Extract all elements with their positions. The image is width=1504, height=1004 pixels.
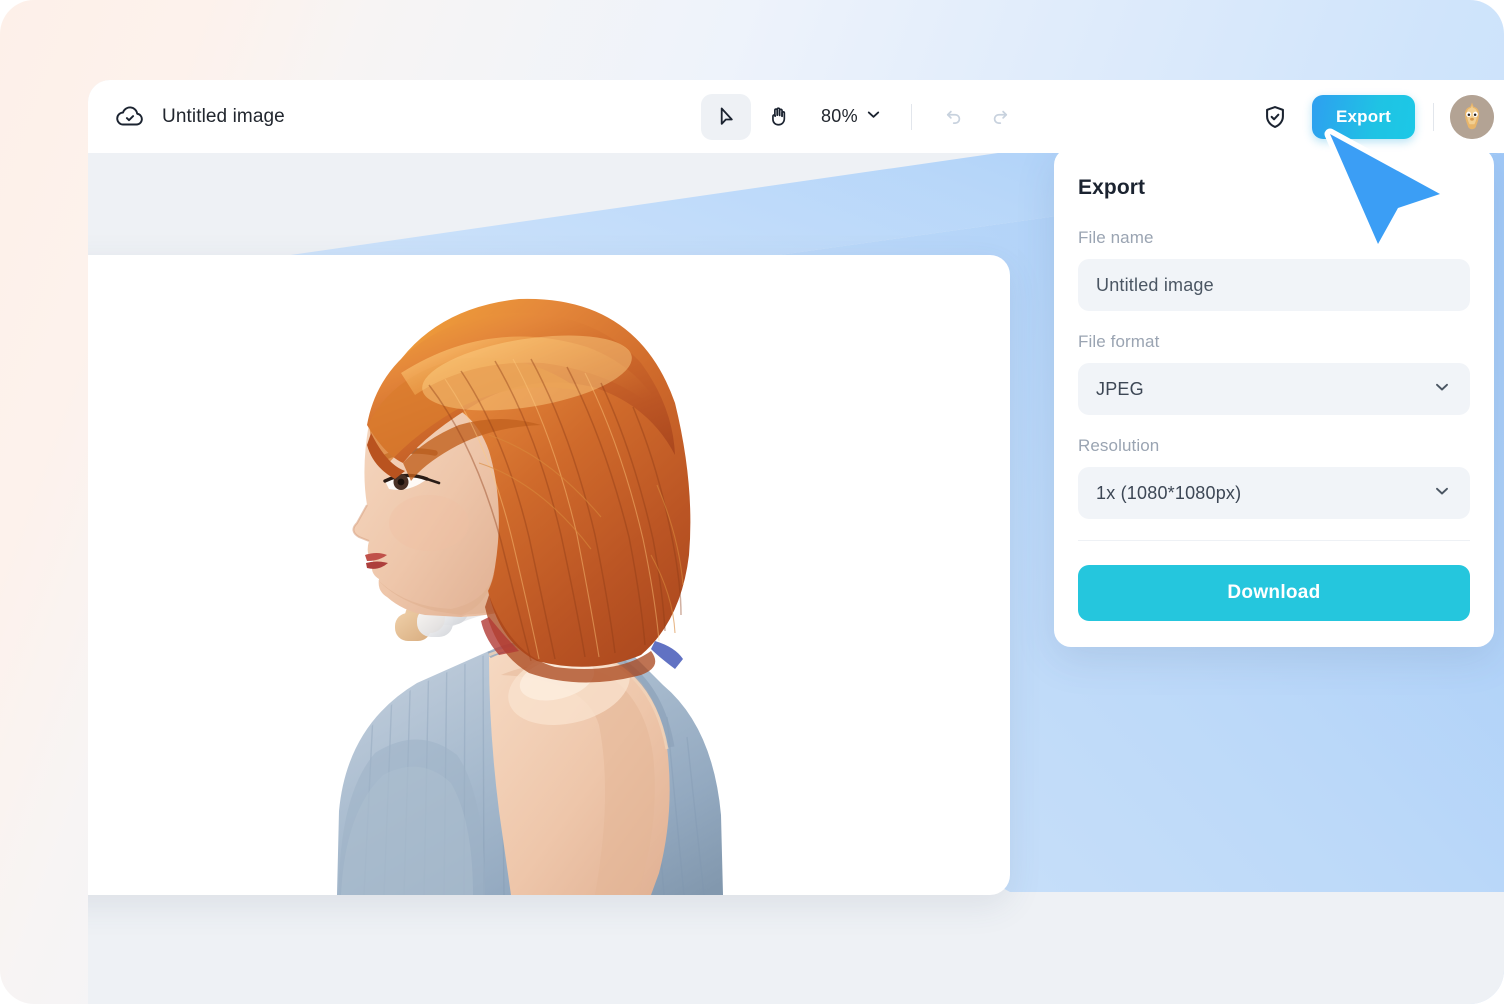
export-panel: Export File name Untitled image File for… xyxy=(1054,148,1494,647)
redo-button[interactable] xyxy=(978,95,1022,139)
shield-check-icon[interactable] xyxy=(1251,93,1299,141)
user-avatar[interactable] xyxy=(1450,94,1494,139)
download-button[interactable]: Download xyxy=(1078,565,1470,621)
avatar-divider xyxy=(1433,102,1434,131)
toolbar-left-group: Untitled image xyxy=(88,102,285,132)
document-title[interactable]: Untitled image xyxy=(162,106,285,128)
page-root: Untitled image 80% Export Export File na… xyxy=(0,0,1504,1004)
cloud-check-icon[interactable] xyxy=(115,102,145,132)
file-name-label: File name xyxy=(1078,228,1154,247)
resolution-select[interactable]: 1x (1080*1080px) xyxy=(1078,467,1470,519)
zoom-level-label: 80% xyxy=(821,106,858,126)
hand-tool-button[interactable] xyxy=(753,94,803,140)
top-toolbar: Untitled image 80% Export xyxy=(88,80,1504,153)
toolbar-right-group: Export xyxy=(1251,80,1494,153)
toolbar-center-group: 80% xyxy=(701,80,1022,153)
resolution-value: 1x (1080*1080px) xyxy=(1096,482,1242,503)
file-format-value: JPEG xyxy=(1096,378,1144,399)
panel-divider xyxy=(1078,540,1470,541)
app-window: Untitled image 80% Export Export File na… xyxy=(88,80,1504,1004)
undo-button[interactable] xyxy=(932,95,976,139)
image-canvas-card[interactable] xyxy=(88,255,1010,895)
chevron-down-icon[interactable] xyxy=(864,105,883,129)
export-button[interactable]: Export xyxy=(1311,94,1415,139)
chevron-down-icon[interactable] xyxy=(1432,377,1452,402)
export-panel-title: Export xyxy=(1078,176,1146,199)
file-format-select[interactable]: JPEG xyxy=(1078,363,1470,415)
select-tool-button[interactable] xyxy=(701,93,751,140)
file-name-input[interactable]: Untitled image xyxy=(1078,259,1470,311)
chevron-down-icon[interactable] xyxy=(1432,481,1452,506)
photo-stage xyxy=(88,255,1010,895)
zoom-control[interactable]: 80% xyxy=(815,101,889,133)
toolbar-divider xyxy=(910,103,912,130)
portrait-photo xyxy=(337,298,723,895)
resolution-label: Resolution xyxy=(1078,436,1160,455)
file-format-label: File format xyxy=(1078,332,1160,351)
